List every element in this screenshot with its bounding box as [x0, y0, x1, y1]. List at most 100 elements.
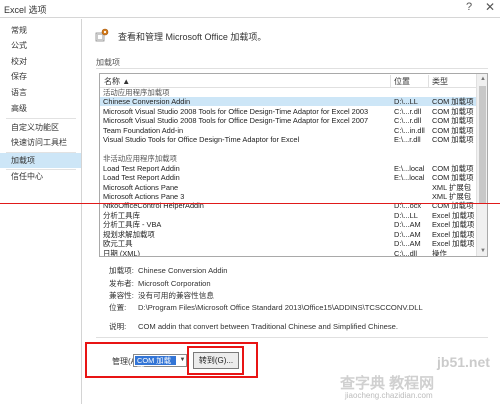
- list-item[interactable]: Team Foundation Add-in C:\...in.dll COM 加载…: [100, 126, 476, 135]
- cell-type: 操作: [432, 248, 447, 257]
- detail-value: 没有可用的兼容性信息: [138, 291, 214, 300]
- cell-loc: E:\...r.dll: [394, 135, 421, 145]
- list-group-header: 活动应用程序加载项: [100, 88, 476, 97]
- list-rows: 活动应用程序加载项 Chinese Conversion Addin D:\...L…: [100, 88, 476, 257]
- list-item: [100, 145, 476, 154]
- highlight-annotation: [187, 346, 244, 375]
- cell-type: Excel 加载项: [432, 239, 475, 249]
- cell-name: Microsoft Actions Pane 3: [103, 191, 185, 201]
- addin-gear-icon: [95, 28, 109, 42]
- cell-name: Microsoft Visual Studio 2008 Tools for O…: [103, 116, 369, 126]
- detail-value: COM addin that convert between Tradition…: [138, 322, 399, 331]
- sidebar-item-formulas[interactable]: 公式: [0, 38, 81, 53]
- cell-type: COM 加载项: [432, 135, 474, 145]
- detail-key: 兼容性:: [109, 291, 134, 300]
- detail-value: Chinese Conversion Addin: [138, 266, 228, 275]
- list-item[interactable]: Load Test Report Addin E:\...local COM 加载项: [100, 164, 476, 173]
- cell-name: 分析工具库 - VBA: [103, 220, 162, 230]
- help-icon[interactable]: ?: [462, 1, 476, 15]
- list-item[interactable]: Visual Studio Tools for Office Design-Ti…: [100, 135, 476, 144]
- column-separator: [390, 75, 391, 87]
- watermark: jiaocheng.chazidian.com: [345, 391, 433, 400]
- cell-type: COM 加载项: [432, 173, 474, 183]
- cell-loc: C:\...dll: [394, 248, 417, 257]
- list-item[interactable]: Microsoft Actions Pane 3 XML 扩展包: [100, 192, 476, 201]
- cell-loc: D:\...LL: [394, 97, 418, 107]
- close-icon[interactable]: ✕: [482, 0, 498, 16]
- bottom-divider: [96, 337, 488, 338]
- cell-name: 日期 (XML): [103, 248, 140, 257]
- detail-key: 说明:: [109, 322, 127, 331]
- cell-type: COM 加载项: [432, 97, 474, 107]
- sidebar-item-addins[interactable]: 加载项: [0, 153, 81, 168]
- cell-name: Microsoft Visual Studio 2008 Tools for O…: [103, 106, 369, 116]
- cell-loc: C:\...r.dll: [394, 116, 422, 126]
- cell-type: COM 加载项: [432, 125, 474, 135]
- cell-type: Excel 加载项: [432, 229, 475, 239]
- list-scrollbar[interactable]: ▲ ▼: [476, 74, 487, 256]
- detail-key: 发布者:: [109, 279, 134, 288]
- detail-value: D:\Program Files\Microsoft Office Standa…: [138, 303, 423, 312]
- cell-name: 分析工具库: [103, 210, 140, 220]
- cell-loc: C:\...r.dll: [394, 106, 422, 116]
- page-description: 查看和管理 Microsoft Office 加载项。: [118, 32, 267, 42]
- scroll-up-icon[interactable]: ▲: [477, 74, 487, 84]
- cell-name: Microsoft Actions Pane: [103, 182, 179, 192]
- sidebar-item-general[interactable]: 常规: [0, 23, 81, 38]
- column-header-type[interactable]: 类型: [432, 76, 448, 87]
- list-header: 名称 ▲ 位置 类型: [100, 74, 476, 88]
- cell-name: Load Test Report Addin: [103, 163, 180, 173]
- sidebar-item-quick-access[interactable]: 快速访问工具栏: [0, 135, 81, 150]
- list-item[interactable]: 日期 (XML) C:\...dll 操作: [100, 248, 476, 257]
- sidebar-item-trust-center[interactable]: 信任中心: [0, 169, 81, 184]
- column-header-location[interactable]: 位置: [394, 76, 410, 87]
- sidebar-item-customize-ribbon[interactable]: 自定义功能区: [0, 120, 81, 135]
- cell-loc: E:\...local: [394, 173, 425, 183]
- cell-name: 规划求解加载项: [103, 229, 155, 239]
- list-item[interactable]: Chinese Conversion Addin D:\...LL COM 加载项: [100, 97, 476, 107]
- cell-name: 非活动应用程序加载项: [103, 154, 177, 164]
- sidebar-item-language[interactable]: 语言: [0, 85, 81, 100]
- column-header-name[interactable]: 名称 ▲: [104, 76, 130, 87]
- cell-type: XML 扩展包: [432, 191, 472, 201]
- options-sidebar: 常规 公式 校对 保存 语言 高级 自定义功能区 快速访问工具栏 加载项 信任中…: [0, 19, 82, 404]
- cell-type: Excel 加载项: [432, 210, 475, 220]
- list-group-header: 非活动应用程序加载项: [100, 154, 476, 163]
- detail-key: 位置:: [109, 303, 127, 312]
- cell-loc: D:\...AM: [394, 239, 421, 249]
- section-title: 加载项: [96, 58, 120, 67]
- cell-name: 活动应用程序加载项: [103, 88, 170, 97]
- detail-value: Microsoft Corporation: [138, 279, 211, 288]
- list-item[interactable]: 规划求解加载项 D:\...AM Excel 加载项: [100, 230, 476, 239]
- list-item[interactable]: 欧元工具 D:\...AM Excel 加载项: [100, 239, 476, 248]
- cell-name: 欧元工具: [103, 239, 133, 249]
- cell-loc: D:\...AM: [394, 229, 421, 239]
- scroll-thumb[interactable]: [479, 86, 486, 204]
- sidebar-item-save[interactable]: 保存: [0, 69, 81, 84]
- cell-name: Load Test Report Addin: [103, 173, 180, 183]
- list-item[interactable]: Microsoft Actions Pane XML 扩展包: [100, 183, 476, 192]
- sidebar-item-advanced[interactable]: 高级: [0, 101, 81, 116]
- scroll-down-icon[interactable]: ▼: [477, 246, 487, 256]
- cell-name: Chinese Conversion Addin: [103, 97, 191, 107]
- section-divider: [96, 68, 488, 69]
- cell-type: COM 加载项: [432, 106, 474, 116]
- list-item[interactable]: 分析工具库 - VBA D:\...AM Excel 加载项: [100, 220, 476, 229]
- watermark: jb51.net: [437, 354, 490, 370]
- cell-loc: D:\...AM: [394, 220, 421, 230]
- list-item[interactable]: 分析工具库 D:\...LL Excel 加载项: [100, 211, 476, 220]
- list-item[interactable]: Load Test Report Addin E:\...local COM 加载项: [100, 173, 476, 182]
- column-separator: [428, 75, 429, 87]
- sidebar-item-proofing[interactable]: 校对: [0, 54, 81, 69]
- cell-type: XML 扩展包: [432, 182, 472, 192]
- cell-type: COM 加载项: [432, 116, 474, 126]
- cell-loc: D:\...LL: [394, 210, 418, 220]
- list-item[interactable]: Microsoft Visual Studio 2008 Tools for O…: [100, 107, 476, 116]
- window-title: Excel 选项: [4, 5, 47, 15]
- cell-type: COM 加载项: [432, 163, 474, 173]
- cell-loc: C:\...in.dll: [394, 125, 425, 135]
- list-item[interactable]: Microsoft Visual Studio 2008 Tools for O…: [100, 116, 476, 125]
- addins-list[interactable]: 名称 ▲ 位置 类型 活动应用程序加载项 Chinese Conversion A…: [99, 73, 488, 257]
- annotation-line: [0, 203, 500, 204]
- cell-loc: E:\...local: [394, 163, 425, 173]
